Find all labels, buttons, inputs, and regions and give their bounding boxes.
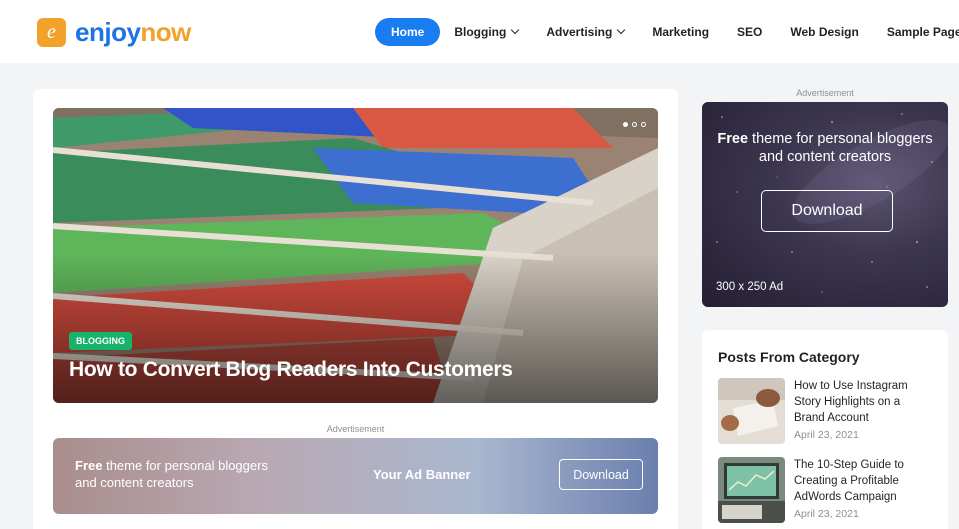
hero-slider[interactable]: Blogging How to Convert Blog Readers Int… bbox=[53, 108, 658, 403]
widget-title: Posts From Category bbox=[718, 349, 860, 365]
banner-text: Free theme for personal bloggers and cont… bbox=[75, 458, 268, 491]
widget-post-item[interactable]: How to Use Instagram Story Highlights on… bbox=[718, 378, 924, 444]
banner-text-bold: Free bbox=[75, 458, 103, 473]
slider-dots bbox=[623, 122, 646, 127]
logo-text: enjoynow bbox=[75, 17, 191, 48]
ad-label: Advertisement bbox=[326, 424, 385, 434]
post-meta: How to Use Instagram Story Highlights on… bbox=[794, 378, 924, 444]
posts-from-category-widget: Posts From Category How to Use Instagram… bbox=[702, 330, 948, 529]
widget-post-item[interactable]: The 10-Step Guide to Creating a Profitab… bbox=[718, 457, 924, 523]
chevron-down-icon bbox=[511, 25, 520, 35]
banner-title: Your Ad Banner bbox=[373, 467, 471, 482]
slider-dot[interactable] bbox=[623, 122, 628, 127]
nav-item-label: Advertising bbox=[546, 25, 613, 39]
post-title[interactable]: The 10-Step Guide to Creating a Profitab… bbox=[794, 457, 924, 505]
post-thumbnail[interactable] bbox=[718, 378, 785, 444]
chevron-down-icon bbox=[617, 25, 626, 35]
post-thumbnail-image bbox=[718, 457, 785, 523]
nav-item-sample-page[interactable]: Sample Page bbox=[873, 18, 959, 46]
sidebar-ad-download-button[interactable]: Download bbox=[761, 190, 893, 232]
post-title[interactable]: How to Use Instagram Story Highlights on… bbox=[794, 378, 924, 426]
banner-download-button[interactable]: Download bbox=[559, 459, 643, 490]
site-header: e enjoynow Home Blogging Advertising Mar… bbox=[0, 0, 959, 63]
nav-item-label: Blogging bbox=[454, 25, 507, 39]
category-badge[interactable]: Blogging bbox=[69, 332, 132, 350]
nav-item-home[interactable]: Home bbox=[375, 18, 441, 46]
logo-text-part2: now bbox=[140, 17, 191, 47]
hero-post-title[interactable]: How to Convert Blog Readers Into Custome… bbox=[69, 358, 513, 382]
slider-dot[interactable] bbox=[641, 122, 646, 127]
ad-banner[interactable]: Free theme for personal bloggers and cont… bbox=[53, 438, 658, 514]
nav-item-seo[interactable]: SEO bbox=[723, 18, 776, 46]
slider-dot[interactable] bbox=[632, 122, 637, 127]
main-nav: Home Blogging Advertising Marketing SEO … bbox=[375, 18, 959, 46]
logo-text-part1: enjoy bbox=[75, 17, 141, 47]
nav-item-advertising[interactable]: Advertising bbox=[532, 18, 638, 46]
post-date: April 23, 2021 bbox=[794, 429, 859, 441]
post-date: April 23, 2021 bbox=[794, 508, 859, 520]
sidebar-ad-text-line2: and content creators bbox=[758, 149, 892, 165]
nav-item-blogging[interactable]: Blogging bbox=[440, 18, 532, 46]
logo-icon: e bbox=[37, 18, 66, 47]
sidebar-ad-label: Advertisement bbox=[796, 88, 854, 98]
post-meta: The 10-Step Guide to Creating a Profitab… bbox=[794, 457, 924, 523]
post-thumbnail[interactable] bbox=[718, 457, 785, 523]
ad-size-label: 300 x 250 Ad bbox=[716, 281, 784, 293]
banner-text-line2: and content creators bbox=[75, 474, 194, 490]
post-thumbnail-image bbox=[718, 378, 785, 444]
nav-item-marketing[interactable]: Marketing bbox=[638, 18, 723, 46]
banner-text-rest: theme for personal bloggers bbox=[102, 458, 268, 473]
site-logo[interactable]: e enjoynow bbox=[37, 17, 191, 48]
sidebar-ad-300x250[interactable]: Free theme for personal bloggers and cont… bbox=[702, 102, 948, 307]
sidebar-ad-text: Free theme for personal bloggers and cont… bbox=[702, 130, 948, 166]
sidebar-ad-text-rest: theme for personal bloggers bbox=[748, 131, 933, 147]
sidebar-ad-text-bold: Free bbox=[717, 131, 749, 147]
nav-item-web-design[interactable]: Web Design bbox=[776, 18, 872, 46]
